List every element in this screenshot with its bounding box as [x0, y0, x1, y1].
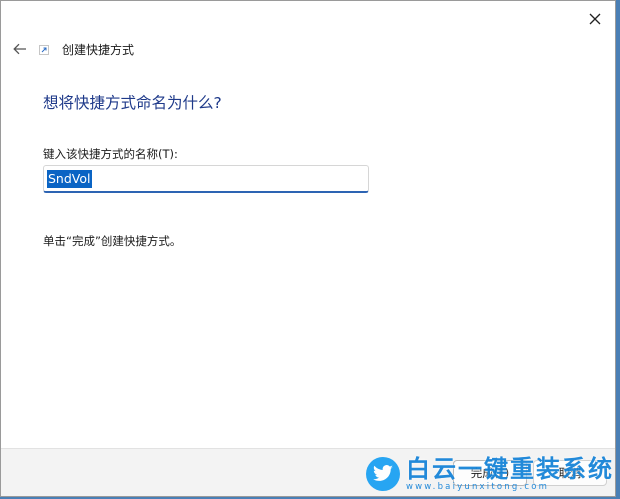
- close-icon: [589, 13, 601, 25]
- shortcut-name-input[interactable]: SndVol: [43, 165, 369, 193]
- close-button[interactable]: [581, 7, 609, 31]
- name-field-label: 键入该快捷方式的名称(T):: [43, 147, 178, 161]
- shortcut-name-value: SndVol: [47, 169, 92, 188]
- finish-button[interactable]: 完成(F): [453, 460, 527, 486]
- cancel-button[interactable]: 取消: [533, 460, 607, 486]
- create-shortcut-dialog: 创建快捷方式 想将快捷方式命名为什么? 键入该快捷方式的名称(T): SndVo…: [0, 0, 616, 497]
- page-heading: 想将快捷方式命名为什么?: [43, 94, 222, 112]
- wizard-title: 创建快捷方式: [62, 43, 135, 57]
- dialog-footer: 完成(F) 取消: [1, 448, 615, 496]
- back-arrow-icon: [13, 43, 26, 55]
- finish-hint: 单击“完成”创建快捷方式。: [43, 234, 182, 248]
- shortcut-icon: [39, 45, 49, 55]
- back-button[interactable]: [9, 39, 31, 59]
